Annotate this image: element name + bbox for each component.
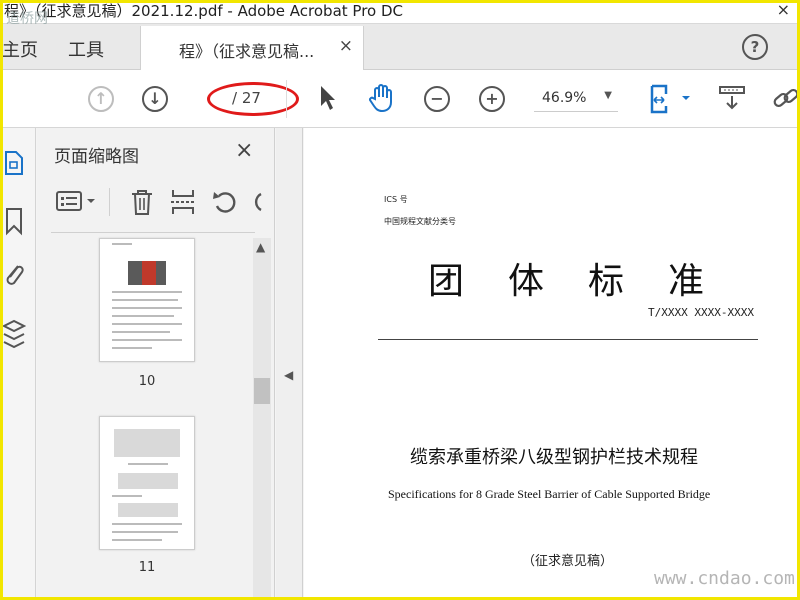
thumbnail-tools <box>51 188 271 218</box>
panel-splitter[interactable]: ◀ <box>276 128 303 600</box>
ics-number: ICS 号 <box>384 195 408 204</box>
zoom-value: 46.9% <box>542 90 587 106</box>
next-page-icon[interactable]: ↓ <box>142 86 168 112</box>
thumb-text-line <box>112 291 182 293</box>
previous-page-icon[interactable]: ↑ <box>88 86 114 112</box>
document-tab-label: 程》（征求意见稿... <box>179 42 315 61</box>
document-english-name: Specifications for 8 Grade Steel Barrier… <box>388 487 711 501</box>
thumb-text-line <box>112 539 162 541</box>
thumb-figure <box>118 503 178 517</box>
thumbnail-page-11[interactable] <box>99 416 195 550</box>
thumb-text-line <box>112 315 174 317</box>
layers-icon[interactable] <box>2 318 26 352</box>
thumbnail-options-icon[interactable] <box>55 188 99 214</box>
trash-icon[interactable] <box>129 188 155 216</box>
chevron-down-icon: ▼ <box>604 90 612 101</box>
navigation-rail <box>0 128 36 600</box>
zoom-level-select[interactable]: 46.9% ▼ <box>534 88 618 112</box>
thumb-text-line <box>112 531 178 533</box>
help-icon[interactable]: ? <box>742 34 768 60</box>
thumb-text-line <box>128 463 168 465</box>
thumb-text-line <box>112 243 132 245</box>
thumb-text-line <box>112 299 178 301</box>
page-thumbnails-icon[interactable] <box>4 148 24 178</box>
tab-bar: 主页 工具 程》（征求意见稿... × ? <box>0 24 800 70</box>
thumb-text-line <box>112 523 182 525</box>
hand-icon[interactable] <box>368 83 396 113</box>
attachment-icon[interactable] <box>2 260 26 290</box>
title-rule <box>378 339 758 340</box>
page-thumbnails-panel: 页面缩略图 × 10 11 ▲ <box>37 128 275 600</box>
fit-page-icon[interactable] <box>648 84 692 114</box>
thumb-text-line <box>112 307 182 309</box>
scrollbar-thumb[interactable] <box>254 378 270 404</box>
thumbnail-page-10[interactable] <box>99 238 195 362</box>
thumbnail-label-10: 10 <box>138 374 156 389</box>
thumb-text-line <box>112 331 170 333</box>
window-title: 程》（征求意见稿）2021.12.pdf - Adobe Acrobat Pro… <box>4 2 403 20</box>
tab-home[interactable]: 主页 <box>2 36 38 62</box>
thumbnail-label-11: 11 <box>138 560 156 575</box>
thumb-figure <box>118 473 178 489</box>
toolbar-divider <box>286 80 287 118</box>
rotate-icon[interactable] <box>211 188 239 216</box>
thumb-text-line <box>112 347 152 349</box>
thumbnail-scrollbar[interactable]: ▲ <box>253 238 271 600</box>
tab-document[interactable]: 程》（征求意见稿... × <box>140 26 364 70</box>
insert-page-icon[interactable] <box>169 188 197 216</box>
thumb-figure <box>114 429 180 457</box>
document-chinese-name: 缆索承重桥梁八级型钢护栏技术规程 <box>410 447 698 468</box>
panel-close-icon[interactable]: × <box>235 138 253 163</box>
thumb-text-line <box>112 339 182 341</box>
bookmark-icon[interactable] <box>4 206 24 236</box>
tools-divider <box>109 188 110 216</box>
site-watermark: www.cndao.com <box>654 568 795 589</box>
tab-tools[interactable]: 工具 <box>68 36 104 62</box>
panel-title: 页面缩略图 <box>54 147 139 167</box>
zoom-in-icon[interactable]: + <box>479 86 505 112</box>
thumb-text-line <box>112 495 142 497</box>
standard-title: 团体标准 <box>428 261 749 302</box>
pointer-icon[interactable] <box>318 84 338 112</box>
classification-number: 中国规程文献分类号 <box>384 217 456 226</box>
zoom-out-icon[interactable]: − <box>424 86 450 112</box>
panel-separator <box>51 232 255 233</box>
link-icon[interactable] <box>772 84 800 114</box>
collapse-panel-icon[interactable]: ◀ <box>284 368 293 382</box>
title-bar: 程》（征求意见稿）2021.12.pdf - Adobe Acrobat Pro… <box>0 0 800 24</box>
thumb-figure-red <box>142 261 156 285</box>
standard-code: T/XXXX XXXX-XXXX <box>648 306 754 319</box>
draft-label: （征求意见稿） <box>522 554 614 569</box>
scroll-up-icon[interactable]: ▲ <box>256 240 265 254</box>
scroll-mode-icon[interactable] <box>718 84 746 114</box>
window-close-icon[interactable]: × <box>777 0 790 19</box>
document-tab-close-icon[interactable]: × <box>339 36 353 56</box>
document-page: ICS 号 中国规程文献分类号 团体标准 T/XXXX XXXX-XXXX 缆索… <box>304 128 800 600</box>
toolbar: ↑ ↓ / 27 − + 46.9% ▼ <box>0 70 800 128</box>
thumb-text-line <box>112 323 182 325</box>
rotate-clockwise-icon[interactable] <box>251 188 263 216</box>
